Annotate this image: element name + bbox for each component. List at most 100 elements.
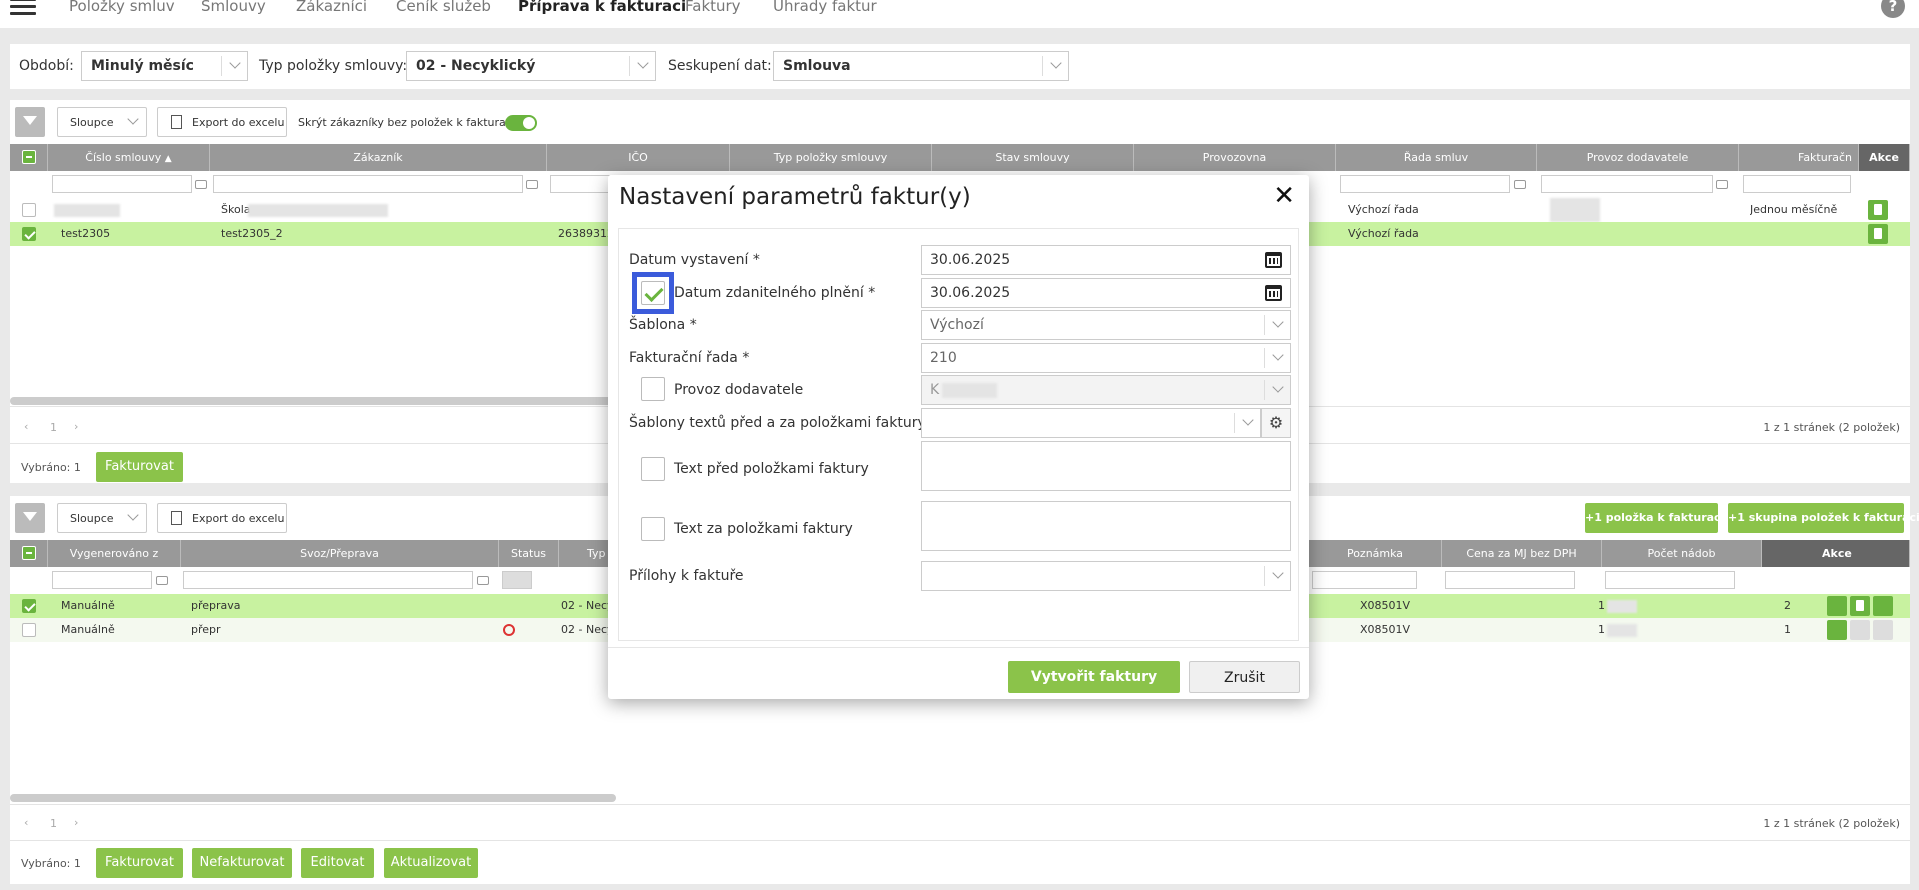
series-select[interactable]: 210 <box>921 343 1291 373</box>
pager-next-icon[interactable]: › <box>74 816 78 829</box>
filter-input-rada[interactable] <box>1340 175 1510 193</box>
document-action-button[interactable] <box>1868 224 1888 244</box>
col-ico[interactable]: IČO <box>547 144 730 171</box>
hide-customers-toggle[interactable] <box>505 115 537 131</box>
export-excel-button[interactable]: Export do excelu <box>157 107 287 137</box>
select-all-checkbox[interactable] <box>22 546 36 560</box>
dialog-title: Nastavení parametrů faktur(y) <box>619 184 971 210</box>
export-excel-button[interactable]: Export do excelu <box>157 503 287 533</box>
text-before-textarea[interactable] <box>921 441 1291 491</box>
filter-clear-icon[interactable] <box>195 180 207 189</box>
col-svoz-preprava[interactable]: Svoz/Přeprava <box>181 540 499 567</box>
invoice-button[interactable]: Fakturovat <box>96 848 183 878</box>
filter-input-provoz[interactable] <box>1541 175 1713 193</box>
edit-action-button[interactable] <box>1827 620 1847 640</box>
row-checkbox[interactable] <box>22 203 36 217</box>
calendar-icon[interactable] <box>1265 285 1282 301</box>
filter-input-svoz[interactable] <box>183 571 473 589</box>
supplier-checkbox[interactable] <box>641 377 665 401</box>
pager-next-icon[interactable]: › <box>74 420 78 433</box>
template-select[interactable]: Výchozí <box>921 310 1291 340</box>
col-zakaznik[interactable]: Zákazník <box>210 144 547 171</box>
nav-item-faktury[interactable]: Faktury <box>685 0 741 15</box>
edit-action-button[interactable] <box>1827 596 1847 616</box>
nav-item-priprava-k-fakturaci[interactable]: Příprava k fakturaci <box>518 0 686 15</box>
menu-icon[interactable] <box>10 0 36 18</box>
row-checkbox[interactable] <box>22 599 36 613</box>
pager-prev-icon[interactable]: ‹ <box>24 420 28 433</box>
add-item-button[interactable]: +1 položka k fakturaci <box>1585 503 1724 533</box>
row-checkbox[interactable] <box>22 227 36 241</box>
horizontal-scrollbar[interactable] <box>10 397 620 405</box>
columns-button[interactable]: Sloupce <box>57 107 147 137</box>
filter-icon[interactable] <box>15 107 45 137</box>
text-templates-select[interactable] <box>921 408 1261 438</box>
columns-button[interactable]: Sloupce <box>57 503 147 533</box>
filter-input-fakturacni[interactable] <box>1743 175 1851 193</box>
filter-input-zakaznik[interactable] <box>213 175 523 193</box>
add-group-button[interactable]: +1 skupina položek k fakturaci <box>1728 503 1919 533</box>
tax-date-checkbox[interactable] <box>641 281 665 305</box>
cancel-action-button[interactable] <box>1873 596 1893 616</box>
document-icon <box>1874 204 1882 215</box>
col-typ-polozky[interactable]: Typ položky smlouvy <box>730 144 932 171</box>
filter-clear-icon[interactable] <box>156 576 168 585</box>
document-action-button[interactable] <box>1868 200 1888 220</box>
document-action-button <box>1850 620 1870 640</box>
attachments-select[interactable] <box>921 561 1291 591</box>
edit-button[interactable]: Editovat <box>301 848 374 878</box>
filter-input-cena[interactable] <box>1445 571 1575 589</box>
filter-clear-icon[interactable] <box>477 576 489 585</box>
text-after-checkbox[interactable] <box>641 517 665 541</box>
nav-item-smlouvy[interactable]: Smlouvy <box>201 0 266 15</box>
period-select[interactable]: Minulý měsíc <box>81 51 248 81</box>
filter-clear-icon[interactable] <box>526 180 538 189</box>
document-action-button[interactable] <box>1850 596 1870 616</box>
col-fakturacni[interactable]: Fakturačn <box>1739 144 1859 171</box>
text-after-textarea[interactable] <box>921 501 1291 551</box>
filter-clear-icon[interactable] <box>1716 180 1728 189</box>
filter-input-poznamka[interactable] <box>1312 571 1417 589</box>
horizontal-scrollbar[interactable] <box>10 794 616 802</box>
pager-page[interactable]: 1 <box>50 421 57 434</box>
col-vygenerovano[interactable]: Vygenerováno z <box>48 540 181 567</box>
invoice-button[interactable]: Fakturovat <box>96 452 183 482</box>
filter-input-pocet[interactable] <box>1605 571 1735 589</box>
row-checkbox[interactable] <box>22 623 36 637</box>
nav-item-uhrady-faktur[interactable]: Úhrady faktur <box>773 0 877 15</box>
close-icon[interactable]: ✕ <box>1273 182 1295 210</box>
col-cena[interactable]: Cena za MJ bez DPH <box>1442 540 1602 567</box>
tax-date-input[interactable]: 30.06.2025 <box>921 278 1291 308</box>
filter-icon[interactable] <box>15 503 45 533</box>
nav-item-zakaznici[interactable]: Zákazníci <box>296 0 367 15</box>
create-invoices-button[interactable]: Vytvořit faktury <box>1008 661 1180 693</box>
nav-item-cenik-sluzeb[interactable]: Ceník služeb <box>396 0 491 15</box>
pager-page[interactable]: 1 <box>50 817 57 830</box>
col-pocet[interactable]: Počet nádob <box>1602 540 1762 567</box>
group-select[interactable]: Smlouva <box>773 51 1069 81</box>
text-before-checkbox[interactable] <box>641 457 665 481</box>
type-select[interactable]: 02 - Necyklický <box>406 51 656 81</box>
filter-input-cislo[interactable] <box>52 175 192 193</box>
col-rada-smluv[interactable]: Řada smluv <box>1336 144 1537 171</box>
select-all-checkbox[interactable] <box>22 150 36 164</box>
filter-input-ico[interactable] <box>550 175 610 193</box>
filter-clear-icon[interactable] <box>1514 180 1526 189</box>
col-provoz-dodavatele[interactable]: Provoz dodavatele <box>1537 144 1739 171</box>
col-poznamka[interactable]: Poznámka <box>1309 540 1442 567</box>
help-icon[interactable]: ? <box>1881 0 1905 18</box>
no-invoice-button[interactable]: Nefakturovat <box>192 848 292 878</box>
col-cislo-smlouvy[interactable]: Číslo smlouvy ▲ <box>48 144 210 171</box>
col-stav-smlouvy[interactable]: Stav smlouvy <box>932 144 1134 171</box>
nav-item-polozky-smluv[interactable]: Položky smluv <box>69 0 175 15</box>
col-status[interactable]: Status <box>499 540 559 567</box>
col-provozovna[interactable]: Provozovna <box>1134 144 1336 171</box>
update-button[interactable]: Aktualizovat <box>384 848 478 878</box>
filter-input-vygenerovano[interactable] <box>52 571 152 589</box>
calendar-icon[interactable] <box>1265 252 1282 268</box>
filter-input-status[interactable] <box>502 571 532 589</box>
pager-prev-icon[interactable]: ‹ <box>24 816 28 829</box>
issue-date-input[interactable]: 30.06.2025 <box>921 245 1291 275</box>
cancel-button[interactable]: Zrušit <box>1189 661 1300 693</box>
gear-icon[interactable]: ⚙ <box>1261 408 1291 438</box>
